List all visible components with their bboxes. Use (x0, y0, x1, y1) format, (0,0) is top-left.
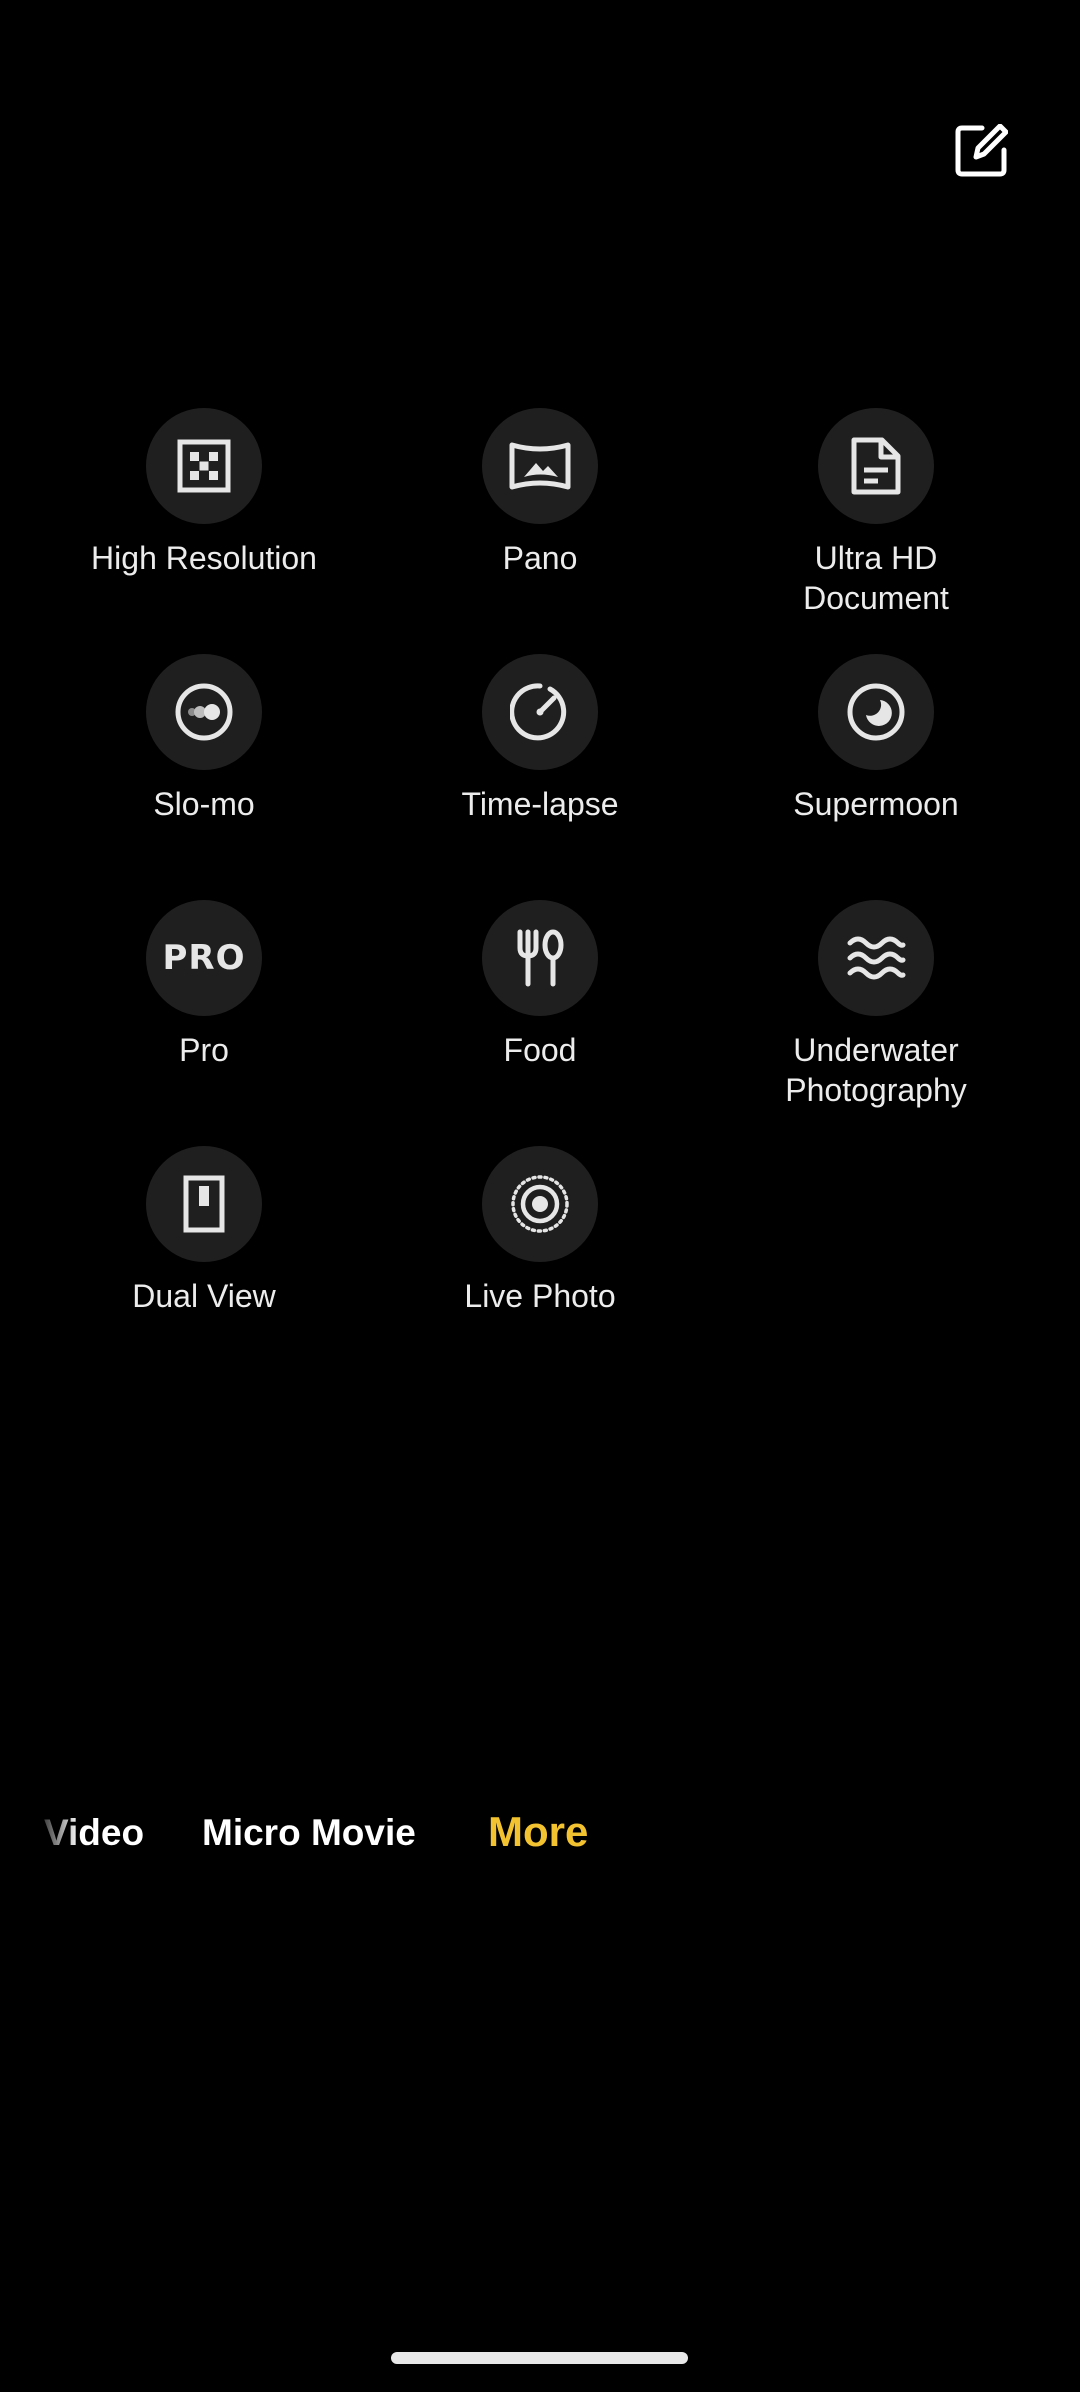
mode-supermoon[interactable]: Supermoon (708, 654, 1044, 824)
mode-label: Underwater Photography (785, 1032, 967, 1108)
live-photo-icon (511, 1175, 569, 1233)
mode-label: Pro (179, 1032, 229, 1068)
mode-icon-circle (146, 408, 262, 524)
mode-icon-circle (482, 900, 598, 1016)
time-lapse-icon (510, 683, 567, 741)
home-indicator[interactable] (391, 2352, 688, 2364)
mode-label: Food (503, 1032, 577, 1068)
dual-view-icon (183, 1175, 225, 1233)
mode-icon-circle (482, 654, 598, 770)
mode-ultra-hd-document[interactable]: Ultra HD Document (708, 408, 1044, 618)
mode-slo-mo[interactable]: Slo-mo (36, 654, 372, 824)
mode-icon-circle (482, 1146, 598, 1262)
tab-more[interactable]: More (488, 1808, 588, 1856)
mode-label: Live Photo (464, 1278, 616, 1314)
mode-icon-circle (146, 654, 262, 770)
mode-icon-circle (818, 654, 934, 770)
mode-icon-circle: PRO (146, 900, 262, 1016)
mode-dual-view[interactable]: Dual View (36, 1146, 372, 1316)
mode-label: Supermoon (793, 786, 959, 822)
slo-mo-icon (175, 683, 233, 741)
pano-icon (509, 442, 571, 490)
edit-icon (955, 124, 1008, 177)
mode-icon-circle (146, 1146, 262, 1262)
document-icon (851, 437, 901, 495)
mode-label: Time-lapse (461, 786, 619, 822)
moon-icon (847, 683, 905, 741)
mode-time-lapse[interactable]: Time-lapse (372, 654, 708, 824)
mode-icon-circle (818, 900, 934, 1016)
mode-label: High Resolution (91, 540, 317, 576)
food-icon (517, 929, 564, 987)
mode-label: Ultra HD Document (803, 540, 949, 616)
tab-video[interactable]: Video (44, 1812, 144, 1854)
mode-label: Pano (502, 540, 578, 576)
mode-label: Slo-mo (153, 786, 255, 822)
mode-live-photo[interactable]: Live Photo (372, 1146, 708, 1316)
high-resolution-icon (177, 439, 231, 493)
tab-micro-movie[interactable]: Micro Movie (202, 1812, 416, 1854)
mode-icon-circle (482, 408, 598, 524)
mode-high-resolution[interactable]: High Resolution (36, 408, 372, 578)
waves-icon (847, 936, 906, 980)
camera-mode-tabs: Video Micro Movie More (0, 1808, 1080, 1862)
mode-food[interactable]: Food (372, 900, 708, 1070)
mode-icon-circle (818, 408, 934, 524)
pro-icon: PRO (162, 938, 246, 978)
mode-pano[interactable]: Pano (372, 408, 708, 578)
edit-button[interactable] (948, 118, 1014, 184)
mode-underwater-photography[interactable]: Underwater Photography (708, 900, 1044, 1110)
mode-label: Dual View (132, 1278, 276, 1314)
mode-pro[interactable]: PRO Pro (36, 900, 372, 1070)
